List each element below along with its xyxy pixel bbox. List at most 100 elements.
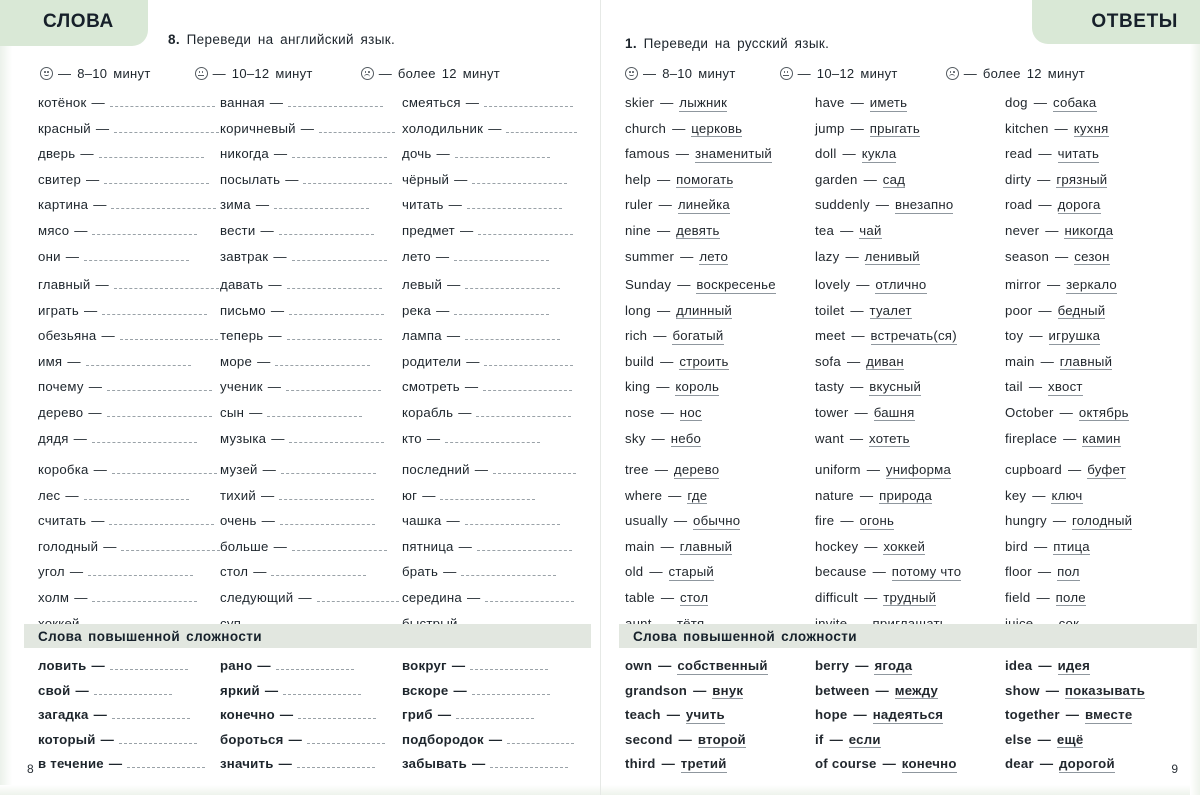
answer-blank-line[interactable] bbox=[466, 200, 562, 210]
answer-blank-line[interactable] bbox=[93, 686, 172, 695]
answer-row: garden — сад bbox=[815, 172, 1005, 198]
answer-blank-line[interactable] bbox=[492, 465, 576, 474]
answer-blank-line[interactable] bbox=[109, 516, 215, 526]
english-word: dirty bbox=[1005, 171, 1032, 187]
answer-blank-line[interactable] bbox=[454, 252, 550, 261]
answer-blank-line[interactable] bbox=[507, 735, 575, 744]
answer-blank-line[interactable] bbox=[271, 567, 367, 577]
answer-blank-line[interactable] bbox=[275, 661, 354, 670]
answer-blank-line[interactable] bbox=[483, 98, 573, 107]
answer-blank-line[interactable] bbox=[454, 149, 550, 159]
answer-blank-line[interactable] bbox=[109, 98, 215, 107]
answer-blank-line[interactable] bbox=[483, 382, 572, 392]
answer-blank-line[interactable] bbox=[287, 98, 383, 107]
dash-separator: — bbox=[268, 277, 282, 292]
answer-blank-line[interactable] bbox=[104, 175, 210, 184]
answer-blank-line[interactable] bbox=[114, 124, 220, 133]
answer-blank-line[interactable] bbox=[440, 491, 536, 500]
answer-row: cupboard — буфет bbox=[1005, 462, 1191, 488]
answer-row: doll — кукла bbox=[815, 146, 1005, 172]
answer-blank-line[interactable] bbox=[111, 465, 217, 474]
answer-blank-line[interactable] bbox=[127, 759, 206, 768]
answer-blank-line[interactable] bbox=[106, 408, 212, 417]
answer-blank-line[interactable] bbox=[296, 759, 375, 768]
answer-blank-line[interactable] bbox=[292, 149, 388, 159]
answer-blank-line[interactable] bbox=[470, 661, 548, 670]
answer-blank-line[interactable] bbox=[506, 124, 577, 133]
dash-separator: — bbox=[300, 120, 314, 136]
answer-blank-line[interactable] bbox=[490, 759, 569, 768]
answer-blank-line[interactable] bbox=[85, 357, 191, 366]
answer-blank-line[interactable] bbox=[461, 567, 557, 577]
answer-blank-line[interactable] bbox=[119, 331, 219, 341]
answer-blank-line[interactable] bbox=[472, 175, 568, 184]
answer-blank-line[interactable] bbox=[109, 661, 188, 670]
answer-blank-line[interactable] bbox=[98, 149, 204, 159]
answer-blank-line[interactable] bbox=[274, 200, 370, 210]
source-word: очень bbox=[220, 513, 257, 529]
answer-blank-line[interactable] bbox=[83, 491, 189, 500]
dash-separator: — bbox=[660, 404, 674, 420]
answer-column: dog — собака kitchen — кухня read — читать dirty —… bbox=[1005, 95, 1191, 274]
answer-blank-line[interactable] bbox=[289, 306, 385, 315]
answer-blank-line[interactable] bbox=[285, 382, 381, 392]
answer-blank-line[interactable] bbox=[92, 593, 198, 602]
answer-blank-line[interactable] bbox=[267, 408, 363, 417]
answer-blank-line[interactable] bbox=[113, 280, 219, 289]
answer-blank-line[interactable] bbox=[91, 434, 197, 443]
translation-exercise-row: тихий — bbox=[220, 488, 402, 514]
answer-blank-line[interactable] bbox=[111, 200, 217, 210]
answer-blank-line[interactable] bbox=[318, 124, 396, 133]
answer-blank-line[interactable] bbox=[306, 735, 385, 744]
answer-blank-line[interactable] bbox=[303, 175, 393, 184]
answer-blank-line[interactable] bbox=[465, 331, 561, 341]
answer-blank-line[interactable] bbox=[316, 593, 400, 602]
dash-separator: — bbox=[257, 658, 271, 673]
answer-blank-line[interactable] bbox=[280, 465, 376, 474]
dash-separator: — bbox=[422, 487, 436, 503]
answer-blank-line[interactable] bbox=[279, 491, 375, 500]
answer-blank-line[interactable] bbox=[289, 434, 385, 443]
answer-blank-line[interactable] bbox=[485, 593, 574, 602]
russian-translation: идея bbox=[1057, 658, 1091, 675]
answer-blank-line[interactable] bbox=[471, 686, 550, 695]
translation-exercise-row: смеяться — bbox=[402, 95, 592, 121]
answer-blank-line[interactable] bbox=[83, 252, 189, 261]
answer-blank-line[interactable] bbox=[106, 382, 212, 392]
answer-row: berry — ягода bbox=[815, 658, 1005, 683]
dash-separator: — bbox=[73, 430, 87, 446]
dash-separator: — bbox=[882, 756, 896, 771]
answer-blank-line[interactable] bbox=[118, 735, 197, 744]
answer-blank-line[interactable] bbox=[456, 710, 534, 719]
answer-blank-line[interactable] bbox=[286, 331, 382, 341]
answer-blank-line[interactable] bbox=[111, 710, 190, 719]
answer-row: second — второй bbox=[625, 732, 815, 757]
answer-blank-line[interactable] bbox=[275, 357, 371, 366]
answer-blank-line[interactable] bbox=[88, 567, 194, 577]
answer-blank-line[interactable] bbox=[279, 516, 375, 526]
answer-blank-line[interactable] bbox=[92, 226, 198, 235]
dash-separator: — bbox=[668, 487, 682, 503]
english-word: doll bbox=[815, 146, 837, 162]
answer-blank-line[interactable] bbox=[291, 542, 387, 551]
answer-blank-line[interactable] bbox=[445, 434, 541, 443]
source-word: зима bbox=[220, 197, 251, 213]
answer-blank-line[interactable] bbox=[283, 686, 362, 695]
answer-blank-line[interactable] bbox=[121, 542, 221, 551]
answer-blank-line[interactable] bbox=[278, 226, 374, 235]
answer-blank-line[interactable] bbox=[464, 516, 560, 526]
dash-separator: — bbox=[88, 404, 102, 420]
answer-row: church — церковь bbox=[625, 121, 815, 147]
source-word: давать bbox=[220, 277, 264, 292]
answer-blank-line[interactable] bbox=[484, 357, 574, 366]
answer-blank-line[interactable] bbox=[465, 280, 561, 289]
answer-blank-line[interactable] bbox=[476, 542, 572, 551]
answer-blank-line[interactable] bbox=[454, 306, 550, 315]
answer-blank-line[interactable] bbox=[291, 252, 387, 261]
answer-blank-line[interactable] bbox=[102, 306, 208, 315]
answer-blank-line[interactable] bbox=[286, 280, 382, 289]
answer-blank-line[interactable] bbox=[478, 226, 574, 235]
dash-separator: — bbox=[1038, 197, 1052, 213]
answer-blank-line[interactable] bbox=[476, 408, 572, 417]
answer-blank-line[interactable] bbox=[298, 710, 377, 719]
